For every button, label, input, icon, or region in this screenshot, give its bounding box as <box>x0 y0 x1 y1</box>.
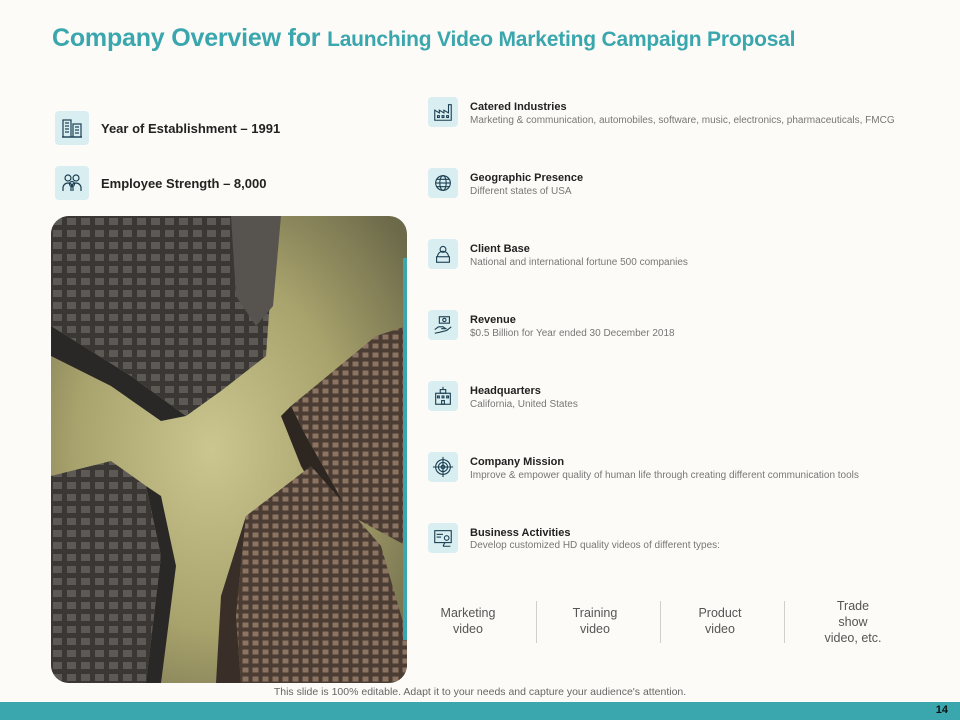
title-part-1: Company Overview for <box>52 24 328 52</box>
revenue-title: Revenue <box>470 314 516 326</box>
client-base-desc: National and international fortune 500 c… <box>470 257 688 268</box>
bottom-bar <box>0 702 960 720</box>
company-mission-title: Company Mission <box>470 456 565 468</box>
client-base-title: Client Base <box>470 243 530 255</box>
target-icon <box>428 452 458 482</box>
skyscrapers-photo <box>51 216 407 683</box>
business-activities-desc: Develop customized HD quality videos of … <box>470 540 720 551</box>
money-hand-icon <box>428 310 458 340</box>
accent-bar <box>403 258 407 640</box>
headquarters-icon <box>428 381 458 411</box>
employees-icon <box>55 166 89 200</box>
video-type-product: Product video <box>698 606 742 636</box>
divider <box>784 601 785 643</box>
video-type-training: Training video <box>572 606 618 636</box>
presentation-icon <box>428 523 458 553</box>
employee-strength: Employee Strength – 8,000 <box>101 176 267 191</box>
geographic-presence-title: Geographic Presence <box>470 172 584 184</box>
headquarters-desc: California, United States <box>470 399 578 410</box>
revenue-desc: $0.5 Billion for Year ended 30 December … <box>470 328 675 339</box>
footer-note: This slide is 100% editable. Adapt it to… <box>273 686 687 698</box>
globe-icon <box>428 168 458 198</box>
building-icon <box>55 111 89 145</box>
video-type-trade-show: Trade show video, etc. <box>824 599 882 645</box>
business-activities-title: Business Activities <box>470 527 571 539</box>
company-mission-desc: Improve & empower quality of human life … <box>470 470 859 481</box>
catered-industries-desc: Marketing & communication, automobiles, … <box>470 115 895 126</box>
title-part-2: Launching Video Marketing Campaign Propo… <box>327 28 796 51</box>
factory-icon <box>428 97 458 127</box>
geographic-presence-desc: Different states of USA <box>470 186 572 197</box>
client-icon <box>428 239 458 269</box>
year-of-establishment: Year of Establishment – 1991 <box>101 121 281 136</box>
slide-title: Company Overview for Launching Video Mar… <box>52 24 796 53</box>
video-type-marketing: Marketing video <box>440 606 496 636</box>
page-number: 14 <box>935 704 948 716</box>
catered-industries-title: Catered Industries <box>470 101 567 113</box>
headquarters-title: Headquarters <box>470 385 541 397</box>
